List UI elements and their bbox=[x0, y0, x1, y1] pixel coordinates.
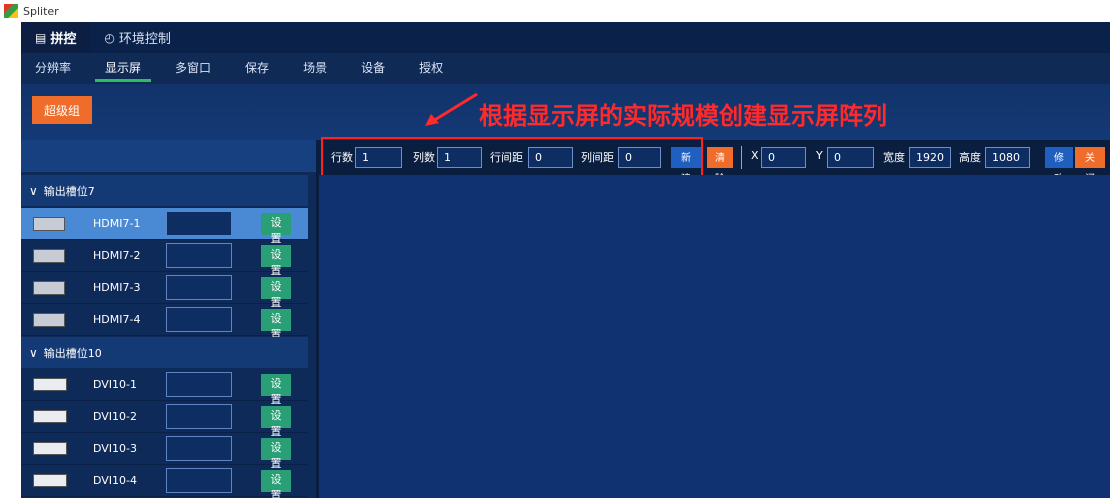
output-name: DVI10-3 bbox=[93, 442, 138, 455]
chevron-down-icon: ∨ bbox=[29, 345, 38, 360]
grid-icon: ▤ bbox=[35, 30, 47, 45]
width-input[interactable]: 1920 bbox=[909, 147, 951, 168]
subtab-scene[interactable]: 场景 bbox=[299, 53, 331, 84]
dvi-port-icon bbox=[33, 410, 67, 423]
list-item[interactable]: HDMI7-1 设置 bbox=[21, 208, 308, 245]
clear-button[interactable]: 清除 bbox=[707, 147, 733, 185]
toolbar-separator bbox=[741, 146, 742, 169]
annotation-highlight-box bbox=[321, 137, 703, 178]
x-label: X bbox=[751, 149, 759, 162]
tab-environment-control[interactable]: ◴ 环境控制 bbox=[90, 22, 185, 53]
output-value-field[interactable] bbox=[166, 211, 232, 236]
height-input[interactable]: 1080 bbox=[985, 147, 1030, 168]
tab-label: 环境控制 bbox=[118, 32, 171, 47]
dvi-port-icon bbox=[33, 378, 67, 391]
output-value-field[interactable] bbox=[166, 275, 232, 300]
title-bar: Spliter bbox=[0, 0, 1110, 22]
y-label: Y bbox=[816, 149, 823, 162]
set-button[interactable]: 设置 bbox=[261, 469, 291, 502]
set-button[interactable]: 设置 bbox=[261, 437, 291, 470]
hdmi-port-icon bbox=[33, 312, 65, 327]
set-button[interactable]: 设置 bbox=[261, 405, 291, 438]
list-item[interactable]: HDMI7-3 设置 bbox=[21, 272, 308, 309]
set-button[interactable]: 设置 bbox=[261, 212, 291, 245]
window-title: Spliter bbox=[23, 4, 59, 18]
output-value-field[interactable] bbox=[166, 436, 232, 461]
sidebar-header bbox=[21, 140, 316, 172]
list-item[interactable]: HDMI7-4 设置 bbox=[21, 304, 308, 341]
group-label: 输出槽位7 bbox=[43, 184, 95, 198]
hdmi-port-icon bbox=[33, 248, 65, 263]
hdmi-port-icon bbox=[33, 280, 65, 295]
list-item[interactable]: DVI10-1 设置 bbox=[21, 369, 308, 406]
set-button[interactable]: 设置 bbox=[261, 276, 291, 309]
subtab-device[interactable]: 设备 bbox=[357, 53, 389, 84]
output-value-field[interactable] bbox=[166, 307, 232, 332]
width-label: 宽度 bbox=[883, 151, 905, 164]
output-name: HDMI7-4 bbox=[93, 313, 141, 326]
set-button[interactable]: 设置 bbox=[261, 244, 291, 277]
y-input[interactable]: 0 bbox=[827, 147, 874, 168]
dvi-port-icon bbox=[33, 442, 67, 455]
list-item[interactable]: DVI10-4 设置 bbox=[21, 465, 308, 502]
output-name: DVI10-4 bbox=[93, 474, 138, 487]
x-input[interactable]: 0 bbox=[761, 147, 806, 168]
height-label: 高度 bbox=[959, 151, 981, 164]
output-name: HDMI7-3 bbox=[93, 281, 141, 294]
tab-splice-control[interactable]: ▤ 拼控 bbox=[21, 22, 91, 53]
chevron-down-icon: ∨ bbox=[29, 183, 38, 198]
sub-tabs: 分辨率 显示屏 多窗口 保存 场景 设备 授权 bbox=[21, 53, 1110, 84]
modify-button[interactable]: 修改 bbox=[1045, 147, 1073, 185]
set-button[interactable]: 设置 bbox=[261, 373, 291, 406]
hdmi-port-icon bbox=[33, 216, 65, 231]
output-name: HDMI7-2 bbox=[93, 249, 141, 262]
list-item[interactable]: DVI10-2 设置 bbox=[21, 401, 308, 438]
gauge-icon: ◴ bbox=[104, 30, 115, 45]
subtab-display[interactable]: 显示屏 bbox=[95, 53, 152, 84]
output-value-field[interactable] bbox=[166, 372, 232, 397]
subtab-license[interactable]: 授权 bbox=[415, 53, 447, 84]
display-canvas[interactable] bbox=[319, 175, 1110, 498]
subtab-save[interactable]: 保存 bbox=[241, 53, 273, 84]
output-name: DVI10-2 bbox=[93, 410, 138, 423]
dvi-port-icon bbox=[33, 474, 67, 487]
group-slot-10[interactable]: ∨ 输出槽位10 bbox=[21, 337, 308, 368]
super-group-button[interactable]: 超级组 bbox=[32, 96, 92, 124]
close-button[interactable]: 关闭 bbox=[1075, 147, 1105, 185]
annotation-arrow-icon bbox=[425, 92, 478, 126]
tab-label: 拼控 bbox=[50, 32, 77, 47]
output-value-field[interactable] bbox=[166, 243, 232, 268]
subtab-resolution[interactable]: 分辨率 bbox=[31, 53, 75, 84]
group-label: 输出槽位10 bbox=[43, 346, 102, 360]
output-name: DVI10-1 bbox=[93, 378, 138, 391]
annotation-text: 根据显示屏的实际规模创建显示屏阵列 bbox=[479, 102, 887, 130]
list-item[interactable]: DVI10-3 设置 bbox=[21, 433, 308, 470]
output-sidebar: ∨ 输出槽位7 HDMI7-1 设置 HDMI7-2 设置 HDMI7-3 设置… bbox=[21, 140, 316, 502]
output-value-field[interactable] bbox=[166, 404, 232, 429]
output-value-field[interactable] bbox=[166, 468, 232, 493]
group-slot-7[interactable]: ∨ 输出槽位7 bbox=[21, 175, 308, 206]
app-logo-icon bbox=[4, 4, 18, 18]
list-item[interactable]: HDMI7-2 设置 bbox=[21, 240, 308, 277]
app-window: ▤ 拼控 ◴ 环境控制 分辨率 显示屏 多窗口 保存 场景 设备 授权 超级组 … bbox=[21, 22, 1110, 502]
set-button[interactable]: 设置 bbox=[261, 308, 291, 341]
output-name: HDMI7-1 bbox=[93, 217, 141, 230]
subtab-multi-window[interactable]: 多窗口 bbox=[171, 53, 215, 84]
main-tabs: ▤ 拼控 ◴ 环境控制 bbox=[21, 22, 1110, 53]
